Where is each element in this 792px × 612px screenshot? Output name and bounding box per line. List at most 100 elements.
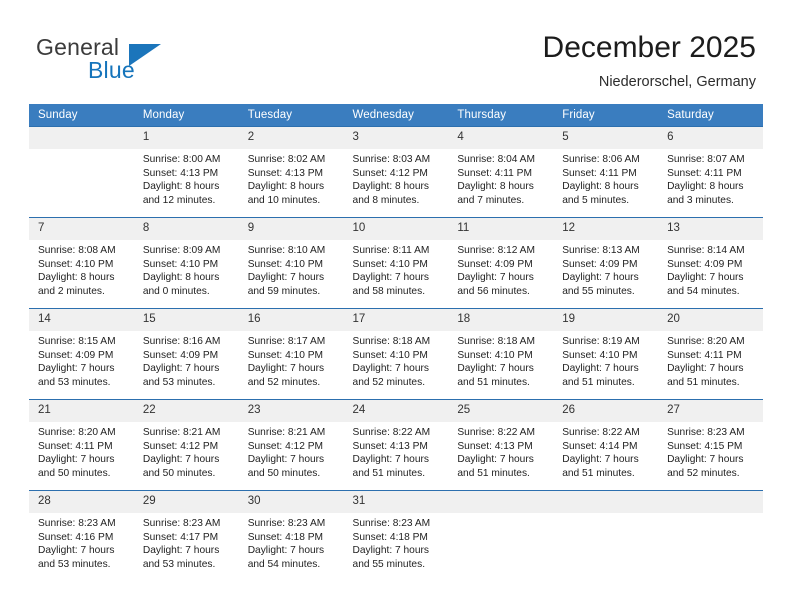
day-details: Sunrise: 8:22 AM Sunset: 4:13 PM Daylight:… (448, 422, 553, 480)
day-daylight-text: Daylight: 7 hours (247, 545, 325, 557)
day-number: 31 (343, 491, 449, 513)
weekday-header-sunday: Sunday (29, 104, 134, 127)
calendar-day-cell[interactable]: 18 Sunrise: 8:18 AM Sunset: 4:10 PM Dayligh… (448, 308, 554, 400)
day-sunrise-text: Sunrise: 8:18 AM (457, 336, 535, 347)
day-sunrise-text: Sunrise: 8:21 AM (142, 427, 221, 438)
day-details: Sunrise: 8:18 AM Sunset: 4:10 PM Daylight:… (344, 331, 449, 389)
calendar-page: General Blue December 2025 Niederorschel… (0, 0, 792, 612)
calendar-day-cell[interactable]: 3 Sunrise: 8:03 AM Sunset: 4:12 PM Daylight… (343, 126, 449, 218)
weekday-header-thursday: Thursday (448, 104, 554, 127)
calendar-day-cell[interactable]: 22 Sunrise: 8:21 AM Sunset: 4:12 PM Dayligh… (133, 399, 239, 491)
day-number: 18 (448, 309, 554, 331)
calendar-day-cell[interactable]: 28 Sunrise: 8:23 AM Sunset: 4:16 PM Dayligh… (29, 490, 134, 581)
day-sunset-text: Sunset: 4:10 PM (457, 349, 533, 361)
calendar-grid: Sunday Monday Tuesday Wednesday Thursday… (29, 104, 763, 581)
calendar-day-cell[interactable]: 2 Sunrise: 8:02 AM Sunset: 4:13 PM Daylight… (238, 126, 344, 218)
day-details: Sunrise: 8:11 AM Sunset: 4:10 PM Daylight:… (344, 240, 449, 298)
calendar-day-cell[interactable]: 15 Sunrise: 8:16 AM Sunset: 4:09 PM Dayligh… (133, 308, 239, 400)
day-number: 24 (343, 400, 449, 422)
brand-logo[interactable]: General Blue (36, 34, 266, 90)
day-details: Sunrise: 8:23 AM Sunset: 4:18 PM Daylight:… (344, 513, 449, 571)
calendar-day-cell[interactable]: 25 Sunrise: 8:22 AM Sunset: 4:13 PM Dayligh… (448, 399, 554, 491)
day-daylight-text: and 7 minutes. (457, 194, 525, 206)
day-sunset-text: Sunset: 4:17 PM (142, 531, 219, 543)
day-number (658, 491, 763, 513)
day-sunrise-text: Sunrise: 8:21 AM (247, 427, 326, 438)
day-number: 12 (553, 218, 659, 240)
day-sunrise-text: Sunrise: 8:12 AM (457, 245, 535, 256)
day-sunrise-text: Sunrise: 8:07 AM (667, 154, 745, 165)
day-sunrise-text: Sunrise: 8:15 AM (38, 336, 116, 347)
day-number: 3 (343, 127, 449, 149)
calendar-day-cell[interactable]: 16 Sunrise: 8:17 AM Sunset: 4:10 PM Dayligh… (238, 308, 344, 400)
weekday-header-tuesday: Tuesday (238, 104, 344, 127)
day-daylight-text: and 58 minutes. (352, 285, 426, 297)
day-daylight-text: Daylight: 7 hours (667, 363, 744, 375)
day-number: 28 (29, 491, 134, 513)
calendar-day-cell[interactable]: 31 Sunrise: 8:23 AM Sunset: 4:18 PM Dayligh… (343, 490, 449, 581)
day-number: 26 (553, 400, 659, 422)
day-sunrise-text: Sunrise: 8:06 AM (562, 154, 640, 165)
day-number: 23 (238, 400, 344, 422)
day-sunrise-text: Sunrise: 8:23 AM (38, 518, 116, 529)
day-daylight-text: Daylight: 7 hours (352, 272, 429, 284)
calendar-day-cell[interactable]: 20 Sunrise: 8:20 AM Sunset: 4:11 PM Dayligh… (658, 308, 763, 400)
calendar-day-cell[interactable]: 11 Sunrise: 8:12 AM Sunset: 4:09 PM Dayligh… (448, 217, 554, 309)
day-sunset-text: Sunset: 4:10 PM (352, 349, 428, 361)
calendar-day-cell[interactable]: 8 Sunrise: 8:09 AM Sunset: 4:10 PM Daylight… (133, 217, 239, 309)
calendar-day-cell[interactable]: 7 Sunrise: 8:08 AM Sunset: 4:10 PM Daylight… (29, 217, 134, 309)
day-details: Sunrise: 8:23 AM Sunset: 4:18 PM Daylight:… (239, 513, 344, 571)
day-daylight-text: and 53 minutes. (142, 558, 216, 570)
day-daylight-text: Daylight: 7 hours (562, 272, 639, 284)
calendar-week-row: 21 Sunrise: 8:20 AM Sunset: 4:11 PM Dayligh… (29, 399, 763, 491)
day-daylight-text: and 3 minutes. (667, 194, 734, 206)
day-number (448, 491, 554, 513)
day-details: Sunrise: 8:13 AM Sunset: 4:09 PM Daylight:… (553, 240, 658, 298)
day-daylight-text: and 51 minutes. (562, 467, 635, 479)
calendar-day-cell[interactable]: 19 Sunrise: 8:19 AM Sunset: 4:10 PM Dayligh… (553, 308, 659, 400)
calendar-day-cell[interactable]: 27 Sunrise: 8:23 AM Sunset: 4:15 PM Dayligh… (658, 399, 763, 491)
calendar-day-cell[interactable]: 4 Sunrise: 8:04 AM Sunset: 4:11 PM Daylight… (448, 126, 554, 218)
day-sunset-text: Sunset: 4:11 PM (457, 167, 532, 179)
calendar-week-row: 28 Sunrise: 8:23 AM Sunset: 4:16 PM Dayligh… (29, 490, 763, 581)
calendar-day-cell[interactable]: 29 Sunrise: 8:23 AM Sunset: 4:17 PM Dayligh… (133, 490, 239, 581)
day-sunset-text: Sunset: 4:09 PM (38, 349, 114, 361)
day-daylight-text: and 56 minutes. (457, 285, 530, 297)
calendar-day-cell[interactable]: 14 Sunrise: 8:15 AM Sunset: 4:09 PM Dayligh… (29, 308, 134, 400)
calendar-day-cell[interactable]: 13 Sunrise: 8:14 AM Sunset: 4:09 PM Dayligh… (658, 217, 763, 309)
day-daylight-text: and 53 minutes. (38, 376, 111, 388)
day-daylight-text: and 2 minutes. (38, 285, 105, 297)
day-sunrise-text: Sunrise: 8:22 AM (457, 427, 535, 438)
day-sunrise-text: Sunrise: 8:20 AM (38, 427, 116, 438)
day-number: 1 (133, 127, 239, 149)
calendar-day-cell[interactable]: 24 Sunrise: 8:22 AM Sunset: 4:13 PM Dayligh… (343, 399, 449, 491)
calendar-day-cell[interactable]: 10 Sunrise: 8:11 AM Sunset: 4:10 PM Dayligh… (343, 217, 449, 309)
calendar-day-cell[interactable]: 6 Sunrise: 8:07 AM Sunset: 4:11 PM Daylight… (658, 126, 763, 218)
day-sunset-text: Sunset: 4:16 PM (38, 531, 114, 543)
day-number: 8 (133, 218, 239, 240)
day-details: Sunrise: 8:12 AM Sunset: 4:09 PM Daylight:… (448, 240, 553, 298)
calendar-day-cell[interactable]: 30 Sunrise: 8:23 AM Sunset: 4:18 PM Dayligh… (238, 490, 344, 581)
calendar-day-cell[interactable]: 1 Sunrise: 8:00 AM Sunset: 4:13 PM Daylight… (133, 126, 239, 218)
calendar-week-row: 1 Sunrise: 8:00 AM Sunset: 4:13 PM Daylight… (29, 126, 763, 218)
calendar-header-row: Sunday Monday Tuesday Wednesday Thursday… (29, 104, 763, 127)
day-daylight-text: Daylight: 8 hours (38, 272, 115, 284)
day-details: Sunrise: 8:20 AM Sunset: 4:11 PM Daylight:… (29, 422, 134, 480)
brand-name-blue: Blue (88, 57, 135, 83)
calendar-day-cell[interactable]: 12 Sunrise: 8:13 AM Sunset: 4:09 PM Dayligh… (553, 217, 659, 309)
day-sunrise-text: Sunrise: 8:22 AM (352, 427, 431, 438)
day-sunrise-text: Sunrise: 8:04 AM (457, 154, 535, 165)
day-daylight-text: Daylight: 7 hours (142, 545, 220, 557)
calendar-day-cell[interactable]: 21 Sunrise: 8:20 AM Sunset: 4:11 PM Dayligh… (29, 399, 134, 491)
day-daylight-text: Daylight: 8 hours (142, 272, 220, 284)
day-details: Sunrise: 8:21 AM Sunset: 4:12 PM Daylight:… (239, 422, 344, 480)
day-daylight-text: Daylight: 7 hours (562, 454, 639, 466)
day-sunrise-text: Sunrise: 8:23 AM (667, 427, 745, 438)
day-details: Sunrise: 8:10 AM Sunset: 4:10 PM Daylight:… (239, 240, 344, 298)
calendar-day-cell[interactable]: 26 Sunrise: 8:22 AM Sunset: 4:14 PM Dayligh… (553, 399, 659, 491)
calendar-day-cell[interactable]: 17 Sunrise: 8:18 AM Sunset: 4:10 PM Dayligh… (343, 308, 449, 400)
calendar-day-cell[interactable]: 5 Sunrise: 8:06 AM Sunset: 4:11 PM Daylight… (553, 126, 659, 218)
day-sunset-text: Sunset: 4:15 PM (667, 440, 743, 452)
calendar-day-cell[interactable]: 23 Sunrise: 8:21 AM Sunset: 4:12 PM Dayligh… (238, 399, 344, 491)
calendar-day-cell[interactable]: 9 Sunrise: 8:10 AM Sunset: 4:10 PM Daylight… (238, 217, 344, 309)
